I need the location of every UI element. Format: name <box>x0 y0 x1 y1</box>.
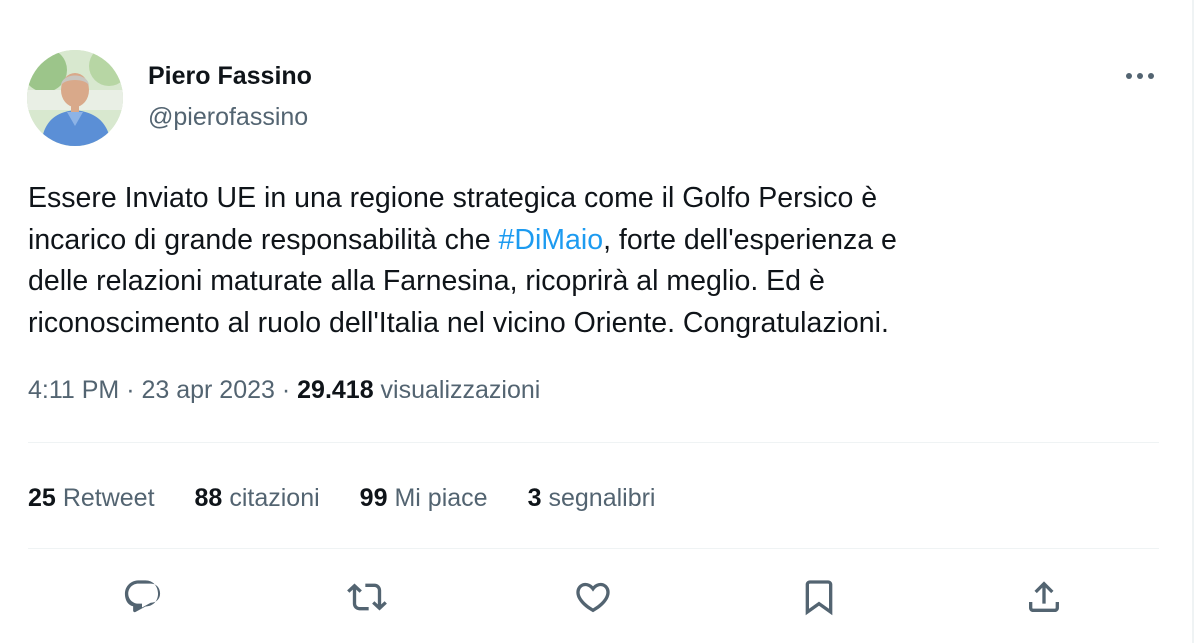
retweets-stat[interactable]: 25 Retweet <box>28 484 155 513</box>
author-name[interactable]: Piero Fassino <box>148 60 312 92</box>
tweet-meta: 4:11 PM · 23 apr 2023 · 29.418 visualizz… <box>28 372 540 408</box>
hashtag-link[interactable]: #DiMaio <box>499 224 604 256</box>
engagement-stats: 25 Retweet 88 citazioni 99 Mi piace 3 segnal… <box>28 480 696 516</box>
meta-separator: · <box>274 376 298 404</box>
retweets-count: 25 <box>28 483 56 512</box>
likes-label: Mi piace <box>394 483 488 512</box>
tweet-text: Essere Inviato UE in una regione strateg… <box>28 178 1148 344</box>
author-handle[interactable]: @pierofassino <box>148 101 308 133</box>
tweet-text-line: riconoscimento al ruolo dell'Italia nel … <box>28 306 889 339</box>
meta-separator: · <box>119 376 142 404</box>
tweet-date[interactable]: 23 apr 2023 <box>141 376 274 404</box>
bookmarks-label: segnalibri <box>548 483 656 512</box>
views-label: visualizzazioni <box>373 376 541 404</box>
quotes-stat[interactable]: 88 citazioni <box>195 484 320 513</box>
retweet-icon <box>347 583 387 611</box>
bookmark-icon <box>805 580 833 616</box>
tweet-text-line: Essere Inviato UE in una regione strateg… <box>28 182 878 214</box>
bookmarks-count: 3 <box>527 483 542 512</box>
retweet-button[interactable] <box>342 572 392 622</box>
divider <box>28 548 1159 549</box>
tweet-text-segment: , forte dell'esperienza e <box>603 223 897 256</box>
tweet-text-segment: incarico di grande responsabilità che <box>28 223 499 256</box>
avatar-image <box>27 50 123 146</box>
like-button[interactable] <box>568 572 618 622</box>
avatar[interactable] <box>27 50 123 146</box>
divider <box>28 442 1159 443</box>
tweet-time[interactable]: 4:11 PM <box>28 376 119 404</box>
reply-icon <box>124 580 161 613</box>
action-bar <box>0 572 1194 622</box>
likes-stat[interactable]: 99 Mi piace <box>360 484 488 513</box>
tweet-detail: Piero Fassino @pierofassino Essere Invia… <box>0 0 1194 643</box>
more-options-button[interactable] <box>1118 60 1162 92</box>
quotes-label: citazioni <box>229 483 320 512</box>
quotes-count: 88 <box>194 483 223 512</box>
like-icon <box>576 582 610 613</box>
tweet-text-line: delle relazioni maturate alla Farnesina,… <box>28 265 825 297</box>
share-icon <box>1029 581 1059 612</box>
more-icon <box>1126 73 1154 79</box>
retweets-label: Retweet <box>62 483 155 512</box>
bookmark-button[interactable] <box>794 572 844 622</box>
share-button[interactable] <box>1019 572 1069 622</box>
likes-count: 99 <box>359 483 388 512</box>
bookmarks-stat[interactable]: 3 segnalibri <box>528 484 656 513</box>
reply-button[interactable] <box>117 572 167 622</box>
views-count: 29.418 <box>297 376 374 404</box>
tweet-text-line: incarico di grande responsabilità che #D… <box>28 220 1148 262</box>
